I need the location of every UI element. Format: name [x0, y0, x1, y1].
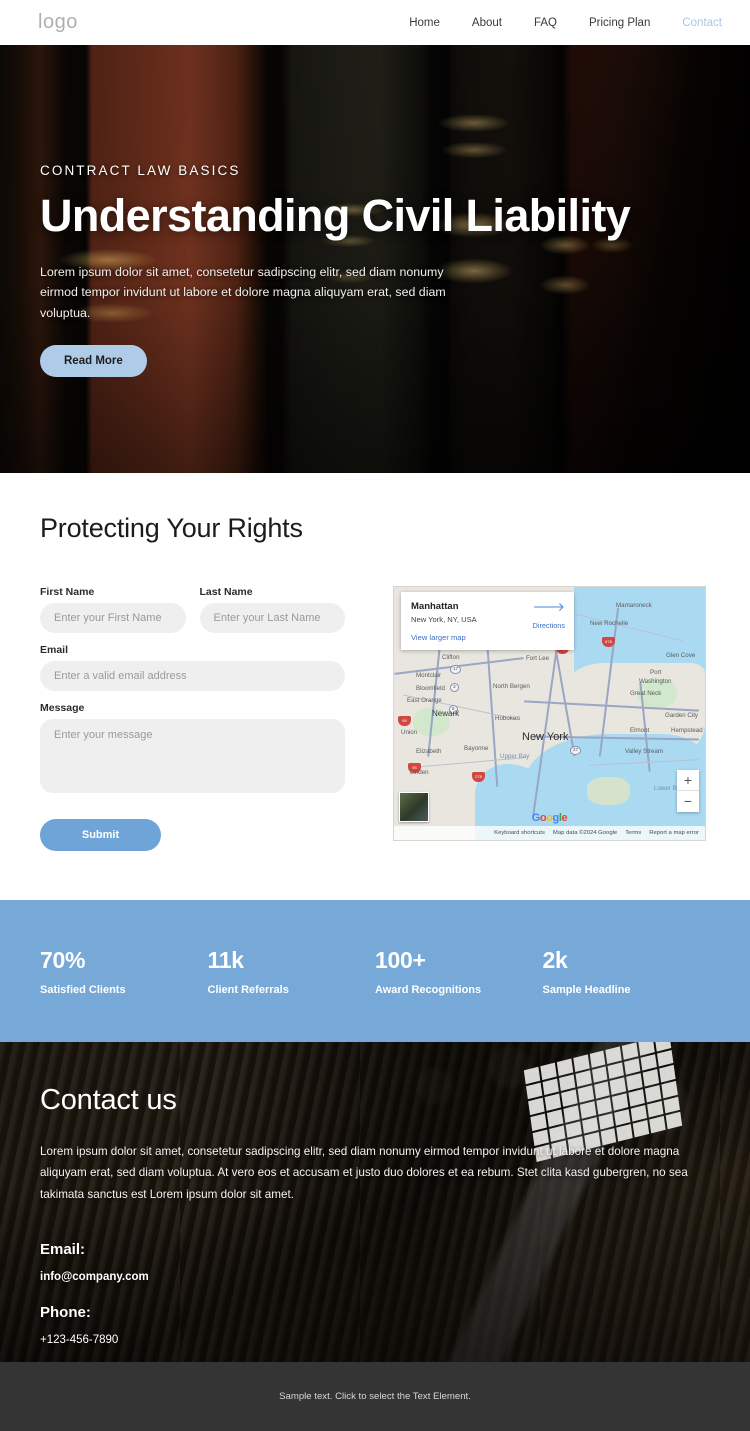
view-larger-map-link[interactable]: View larger map: [411, 633, 564, 642]
stat-item: 70% Satisfied Clients: [40, 947, 208, 996]
read-more-button[interactable]: Read More: [40, 345, 147, 378]
landing-page: logo Home About FAQ Pricing Plan Contact…: [0, 0, 750, 1431]
map-route-shield: 27: [570, 746, 582, 755]
last-name-input[interactable]: [199, 603, 345, 633]
stat-label: Sample Headline: [542, 983, 631, 996]
map-place-label: Elmont: [630, 727, 650, 734]
map-place-label: Hempstead: [671, 727, 703, 734]
map-place-label: Fort Lee: [526, 655, 550, 662]
stat-item: 2k Sample Headline: [543, 947, 711, 996]
map-zoom-controls[interactable]: + −: [677, 770, 699, 812]
directions-icon: 🡒: [532, 600, 565, 614]
site-footer: Sample text. Click to select the Text El…: [0, 1362, 750, 1431]
email-value[interactable]: info@company.com: [40, 1271, 710, 1283]
map-satellite-thumbnail[interactable]: [399, 792, 429, 822]
nav-item-about[interactable]: About: [472, 17, 502, 29]
contact-form: First Name Last Name Email Message: [40, 586, 345, 851]
terms-link[interactable]: Terms: [625, 830, 641, 836]
google-map-embed[interactable]: 95 95 278 495 678 17 3 27 9 New YorkNewa…: [393, 586, 706, 841]
map-place-label: North Bergen: [493, 683, 530, 690]
first-name-field-group: First Name: [40, 586, 186, 633]
map-place-label: New York: [522, 731, 569, 743]
report-map-error-link[interactable]: Report a map error: [649, 830, 699, 836]
site-header: logo Home About FAQ Pricing Plan Contact: [0, 0, 750, 45]
last-name-label: Last Name: [199, 586, 253, 598]
stat-number: 70%: [40, 946, 86, 973]
map-place-label: Bayonne: [464, 745, 489, 752]
main-navigation: Home About FAQ Pricing Plan Contact: [409, 17, 722, 29]
contact-description: Lorem ipsum dolor sit amet, consetetur s…: [40, 1145, 688, 1201]
map-place-label: Union: [401, 729, 418, 736]
directions-button[interactable]: 🡒 Directions: [533, 601, 565, 633]
map-info-card: Manhattan New York, NY, USA View larger …: [401, 592, 574, 650]
map-place-label: East Orange: [407, 697, 442, 704]
map-data-text: Map data ©2024 Google: [552, 830, 618, 836]
nav-item-pricing-plan[interactable]: Pricing Plan: [589, 17, 650, 29]
map-column: 95 95 278 495 678 17 3 27 9 New YorkNewa…: [393, 586, 706, 851]
stat-number: 2k: [542, 946, 568, 973]
stat-label: Client Referrals: [207, 983, 289, 996]
stats-band: 70% Satisfied Clients 11k Client Referra…: [0, 900, 750, 1042]
contact-section: Contact us Lorem ipsum dolor sit amet, c…: [0, 1042, 750, 1362]
map-place-label: Elizabeth: [416, 748, 442, 755]
first-name-input[interactable]: [40, 603, 186, 633]
map-place-label: Great Neck: [630, 690, 662, 697]
nav-item-faq[interactable]: FAQ: [534, 17, 557, 29]
map-place-label: Linden: [410, 769, 429, 776]
keyboard-shortcuts-link[interactable]: Keyboard shortcuts: [494, 830, 545, 836]
map-place-label: Port: [650, 669, 662, 676]
stat-label: Award Recognitions: [375, 983, 482, 996]
email-field-group: Email: [40, 644, 345, 691]
contact-title: Contact us: [40, 1084, 177, 1116]
first-name-label: First Name: [40, 586, 95, 598]
map-place-label: Montclair: [416, 672, 442, 679]
directions-label: Directions: [532, 621, 565, 630]
email-label: Email: [40, 644, 69, 656]
map-route-shield: 17: [450, 665, 462, 674]
map-place-label: Garden City: [665, 712, 699, 719]
google-logo: Google: [531, 812, 568, 824]
map-place-label: Bloomfield: [416, 685, 445, 692]
map-place-label: Hoboken: [495, 715, 520, 722]
stat-item: 100+ Award Recognitions: [375, 947, 543, 996]
map-place-label: Upper Bay: [500, 753, 530, 760]
stat-label: Satisfied Clients: [40, 983, 126, 996]
hero-title: Understanding Civil Liability: [40, 190, 631, 241]
message-label: Message: [40, 702, 85, 714]
hero-eyebrow: CONTRACT LAW BASICS: [40, 163, 241, 178]
nav-item-home[interactable]: Home: [409, 17, 440, 29]
footer-text[interactable]: Sample text. Click to select the Text El…: [279, 1391, 471, 1402]
email-input[interactable]: [40, 661, 345, 691]
message-textarea[interactable]: [40, 719, 345, 793]
map-place-label: Newark: [432, 709, 460, 718]
stat-number: 11k: [207, 946, 245, 973]
contact-form-section: Protecting Your Rights First Name Last N…: [0, 473, 750, 900]
stat-number: 100+: [375, 946, 426, 973]
map-zoom-in-button[interactable]: +: [677, 770, 699, 791]
map-zoom-out-button[interactable]: −: [677, 791, 699, 812]
phone-value[interactable]: +123-456-7890: [40, 1334, 710, 1346]
stat-item: 11k Client Referrals: [208, 947, 376, 996]
last-name-field-group: Last Name: [199, 586, 345, 633]
section-title: Protecting Your Rights: [40, 513, 303, 543]
map-route-shield: 3: [450, 683, 459, 692]
hero-section: CONTRACT LAW BASICS Understanding Civil …: [0, 45, 750, 473]
contact-content: Contact us Lorem ipsum dolor sit amet, c…: [0, 1042, 750, 1346]
map-place-label: New Rochelle: [590, 620, 629, 627]
map-place-label: Clifton: [442, 654, 460, 661]
email-heading: Email:: [40, 1240, 86, 1258]
map-greenspace: [586, 776, 631, 805]
logo[interactable]: logo: [38, 11, 78, 34]
submit-button[interactable]: Submit: [40, 819, 161, 851]
phone-heading: Phone:: [40, 1303, 91, 1321]
hero-description: Lorem ipsum dolor sit amet, consetetur s…: [40, 264, 446, 320]
map-place-label: Washington: [639, 678, 672, 685]
map-place-label: Valley Stream: [625, 748, 664, 755]
hero-content: CONTRACT LAW BASICS Understanding Civil …: [0, 45, 660, 378]
map-place-label: Mamaroneck: [616, 602, 652, 609]
map-attribution-bar: Keyboard shortcuts Map data ©2024 Google…: [394, 826, 705, 840]
nav-item-contact[interactable]: Contact: [682, 17, 722, 29]
message-field-group: Message: [40, 702, 345, 798]
map-place-label: Glen Cove: [666, 652, 696, 659]
